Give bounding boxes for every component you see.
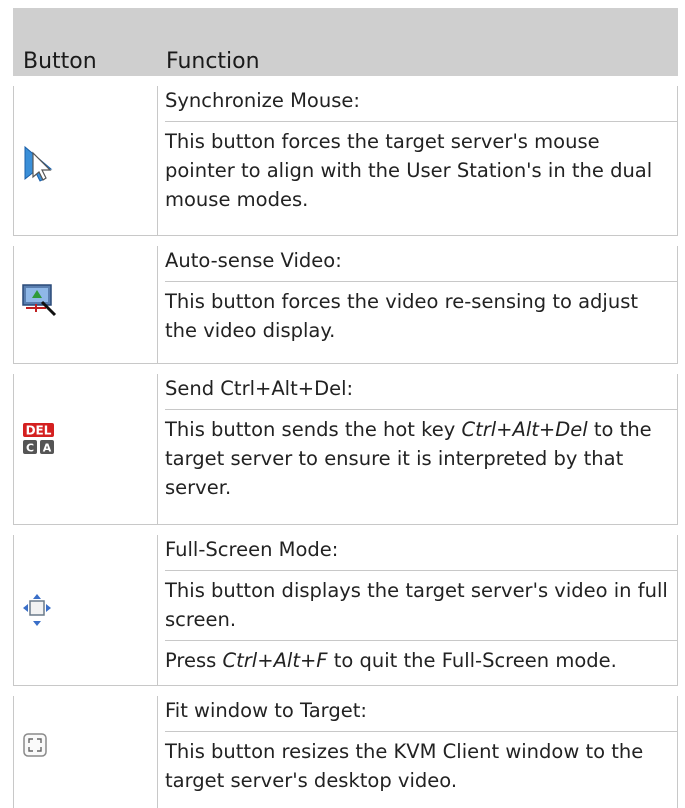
header-function: Function (166, 49, 260, 74)
row-note: Press Ctrl+Alt+F to quit the Full-Screen… (165, 640, 678, 679)
table-row: Full-Screen Mode: This button displays t… (13, 535, 678, 686)
table-row: Synchronize Mouse: This button forces th… (13, 86, 678, 236)
row-description: This button forces the video re-sensing … (165, 290, 639, 342)
row-description: This button forces the target server's m… (165, 130, 653, 211)
row-title: Fit window to Target: (165, 696, 678, 732)
icon-cell: DEL C A (13, 374, 158, 524)
row-description: This button displays the target server's… (165, 579, 668, 631)
button-function-table: Button Function Synchronize Mouse: This … (13, 8, 678, 808)
row-description: This button resizes the KVM Client windo… (165, 740, 644, 792)
auto-sense-video-icon (22, 284, 57, 317)
table-row: Auto-sense Video: This button forces the… (13, 246, 678, 364)
svg-text:A: A (43, 442, 52, 455)
icon-cell (13, 696, 158, 808)
icon-cell (13, 535, 158, 685)
table-row: DEL C A Send Ctrl+Alt+Del: This button s… (13, 374, 678, 525)
row-title: Full-Screen Mode: (165, 535, 678, 571)
svg-text:C: C (26, 442, 34, 455)
full-screen-icon (23, 594, 51, 626)
row-title: Synchronize Mouse: (165, 86, 678, 122)
row-description: This button sends the hot key Ctrl+Alt+D… (165, 418, 652, 499)
table-header: Button Function (13, 8, 678, 76)
ctrl-alt-del-icon: DEL C A (23, 423, 54, 455)
synchronize-mouse-icon (24, 145, 53, 182)
icon-cell (13, 86, 158, 235)
row-title: Send Ctrl+Alt+Del: (165, 374, 678, 410)
svg-text:DEL: DEL (26, 424, 52, 438)
header-button: Button (23, 49, 97, 74)
row-title: Auto-sense Video: (165, 246, 678, 282)
icon-cell (13, 246, 158, 363)
fit-window-icon (23, 733, 47, 757)
table-row: Fit window to Target: This button resize… (13, 696, 678, 808)
